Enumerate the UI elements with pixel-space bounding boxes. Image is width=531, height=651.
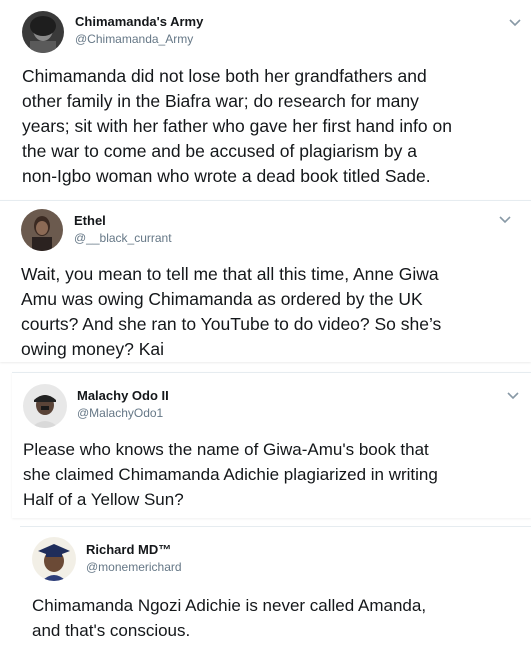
display-name[interactable]: Richard MD™ [86, 542, 171, 557]
tweet-text-line: Please who knows the name of Giwa-Amu's … [23, 440, 429, 459]
tweet-card-2[interactable]: Ethel @__black_currant Wait, you mean to… [0, 200, 531, 362]
tweet-text: Please who knows the name of Giwa-Amu's … [23, 437, 438, 512]
bw-portrait-avatar-icon[interactable] [22, 11, 64, 53]
graduation-cap-avatar-icon[interactable] [32, 537, 76, 581]
tweet-card-1[interactable]: Chimamanda's Army @Chimamanda_Army Chima… [0, 0, 531, 206]
tweet-text-line: the war to come and be accused of plagia… [22, 141, 417, 161]
tweet-text-line: Chimamanda Ngozi Adichie is never called… [32, 596, 427, 615]
tweet-text: Chimamanda Ngozi Adichie is never called… [32, 593, 426, 643]
tweet-text-line: non-Igbo woman who wrote a dead book tit… [22, 166, 431, 186]
display-name[interactable]: Malachy Odo II [77, 388, 169, 403]
tweet-card-4[interactable]: Richard MD™ @monemerichard Chimamanda Ng… [20, 526, 531, 651]
tweet-text-line: owing money? Kai [21, 339, 164, 359]
tweet-card-3[interactable]: Malachy Odo II @MalachyOdo1 Please who k… [12, 372, 531, 518]
tweet-text-line: Half of a Yellow Sun? [23, 490, 184, 509]
chevron-down-icon[interactable] [498, 215, 512, 225]
woman-portrait-avatar-icon[interactable] [21, 209, 63, 251]
tweet-text-line: Amu was owing Chimamanda as ordered by t… [21, 289, 423, 309]
tweet-text: Wait, you mean to tell me that all this … [21, 262, 441, 362]
tweet-text-line: and that's conscious. [32, 621, 191, 640]
tweet-text-line: Wait, you mean to tell me that all this … [21, 264, 439, 284]
tweet-text-line: she claimed Chimamanda Adichie plagiariz… [23, 465, 438, 484]
chevron-down-icon[interactable] [508, 18, 522, 28]
tweet-screenshot-collage: Chimamanda's Army @Chimamanda_Army Chima… [0, 0, 531, 651]
man-with-cap-avatar-icon[interactable] [23, 384, 67, 428]
user-handle[interactable]: @Chimamanda_Army [75, 32, 193, 46]
display-name[interactable]: Ethel [74, 213, 106, 228]
user-handle[interactable]: @__black_currant [74, 231, 172, 245]
chevron-down-icon[interactable] [506, 391, 520, 401]
tweet-text: Chimamanda did not lose both her grandfa… [22, 64, 452, 189]
tweet-text-line: other family in the Biafra war; do resea… [22, 91, 419, 111]
tweet-text-line: courts? And she ran to YouTube to do vid… [21, 314, 442, 334]
display-name[interactable]: Chimamanda's Army [75, 14, 203, 29]
user-handle[interactable]: @MalachyOdo1 [77, 406, 163, 420]
user-handle[interactable]: @monemerichard [86, 560, 182, 574]
tweet-text-line: years; sit with her father who gave her … [22, 116, 452, 136]
tweet-text-line: Chimamanda did not lose both her grandfa… [22, 66, 427, 86]
